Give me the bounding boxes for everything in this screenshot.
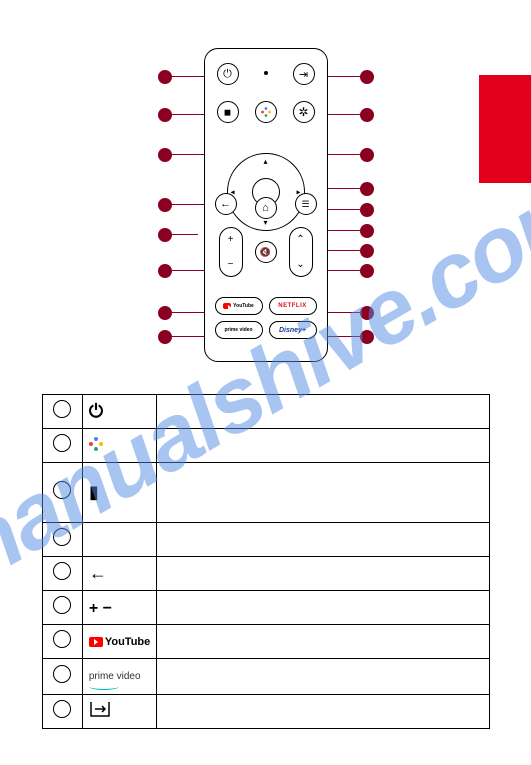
remote-diagram: ⏻ ⇥ ◼ ✲ ▴ ▾ ◂ ▸ ← ⌂ ☰ + − 🔇 ⌃ [126, 48, 406, 368]
row-desc [157, 557, 490, 591]
input-svg-icon [89, 700, 111, 718]
callout-dot [158, 108, 172, 122]
callout-dot [158, 70, 172, 84]
row-desc [157, 591, 490, 625]
mute-button-icon: 🔇 [255, 241, 277, 263]
assistant-button-icon [255, 101, 277, 123]
callout-dot [360, 70, 374, 84]
youtube-icon: YouTube [82, 625, 156, 659]
table-row: YouTube [43, 625, 490, 659]
vol-down-icon: − [228, 259, 234, 270]
settings-button-icon: ✲ [293, 101, 315, 123]
table-row [43, 523, 490, 557]
dpad: ▴ ▾ ◂ ▸ [227, 153, 305, 231]
row-desc [157, 395, 490, 429]
ch-up-icon: ⌃ [296, 234, 304, 245]
disney-button: Disney+ [269, 321, 317, 339]
back-button-icon: ← [215, 193, 237, 215]
blank-icon [82, 523, 156, 557]
callout-dot [360, 224, 374, 238]
callout-dot [360, 330, 374, 344]
bookmark-icon: ▮ [82, 463, 156, 523]
row-number-icon [53, 630, 71, 648]
vol-up-icon: + [228, 234, 234, 245]
volume-rocker-icon: + − [219, 227, 243, 277]
callout-dot [360, 108, 374, 122]
power-icon: ⏻ [82, 395, 156, 429]
bookmark-button-icon: ◼ [217, 101, 239, 123]
row-number-icon [53, 481, 71, 499]
callout-dot [158, 198, 172, 212]
table-row: + − [43, 591, 490, 625]
callout-dot [360, 148, 374, 162]
row-number-icon [53, 434, 71, 452]
callout-line [326, 230, 360, 231]
callout-dot [360, 182, 374, 196]
row-number-icon [53, 528, 71, 546]
youtube-label: YouTube [233, 303, 254, 309]
callout-dot [360, 244, 374, 258]
callout-line [326, 154, 360, 155]
row-number-icon [53, 400, 71, 418]
netflix-label: NETFLIX [278, 303, 307, 309]
netflix-button: NETFLIX [269, 297, 317, 315]
row-number-icon [53, 700, 71, 718]
row-desc [157, 523, 490, 557]
channel-rocker-icon: ⌃ ⌄ [289, 227, 313, 277]
ch-down-icon: ⌄ [296, 259, 304, 270]
table-row: ▮ [43, 463, 490, 523]
primevideo-icon: prime video [82, 659, 156, 695]
disney-label: Disney+ [279, 327, 306, 334]
primevideo-button: prime video [215, 321, 263, 339]
button-reference-table: ⏻ ▮ ← + − YouTube prime vid [42, 394, 490, 729]
row-number-icon [53, 596, 71, 614]
table-row [43, 429, 490, 463]
youtube-button: YouTube [215, 297, 263, 315]
led-dot [264, 71, 268, 75]
assistant-icon [82, 429, 156, 463]
callout-dot [360, 203, 374, 217]
callout-dot [158, 228, 172, 242]
remote-body: ⏻ ⇥ ◼ ✲ ▴ ▾ ◂ ▸ ← ⌂ ☰ + − 🔇 ⌃ [204, 48, 328, 362]
guide-button-icon: ☰ [295, 193, 317, 215]
input-button-icon: ⇥ [293, 63, 315, 85]
callout-dot [158, 264, 172, 278]
callout-dot [158, 330, 172, 344]
row-number-icon [53, 562, 71, 580]
page-tab [479, 75, 531, 183]
table-row: ← [43, 557, 490, 591]
youtube-text: YouTube [105, 636, 150, 648]
callout-line [172, 234, 198, 235]
callout-dot [158, 148, 172, 162]
row-desc [157, 695, 490, 729]
row-desc [157, 463, 490, 523]
home-button-icon: ⌂ [255, 197, 277, 219]
row-number-icon [53, 665, 71, 683]
row-desc [157, 625, 490, 659]
table-row: ⏻ [43, 395, 490, 429]
plusminus-icon: + − [82, 591, 156, 625]
input-icon [82, 695, 156, 729]
table-row [43, 695, 490, 729]
table-row: prime video [43, 659, 490, 695]
callout-dot [360, 306, 374, 320]
callout-dot [158, 306, 172, 320]
row-desc [157, 659, 490, 695]
power-button-icon: ⏻ [217, 63, 239, 85]
row-desc [157, 429, 490, 463]
callout-dot [360, 264, 374, 278]
back-icon: ← [82, 557, 156, 591]
primevideo-label: prime video [224, 327, 252, 333]
